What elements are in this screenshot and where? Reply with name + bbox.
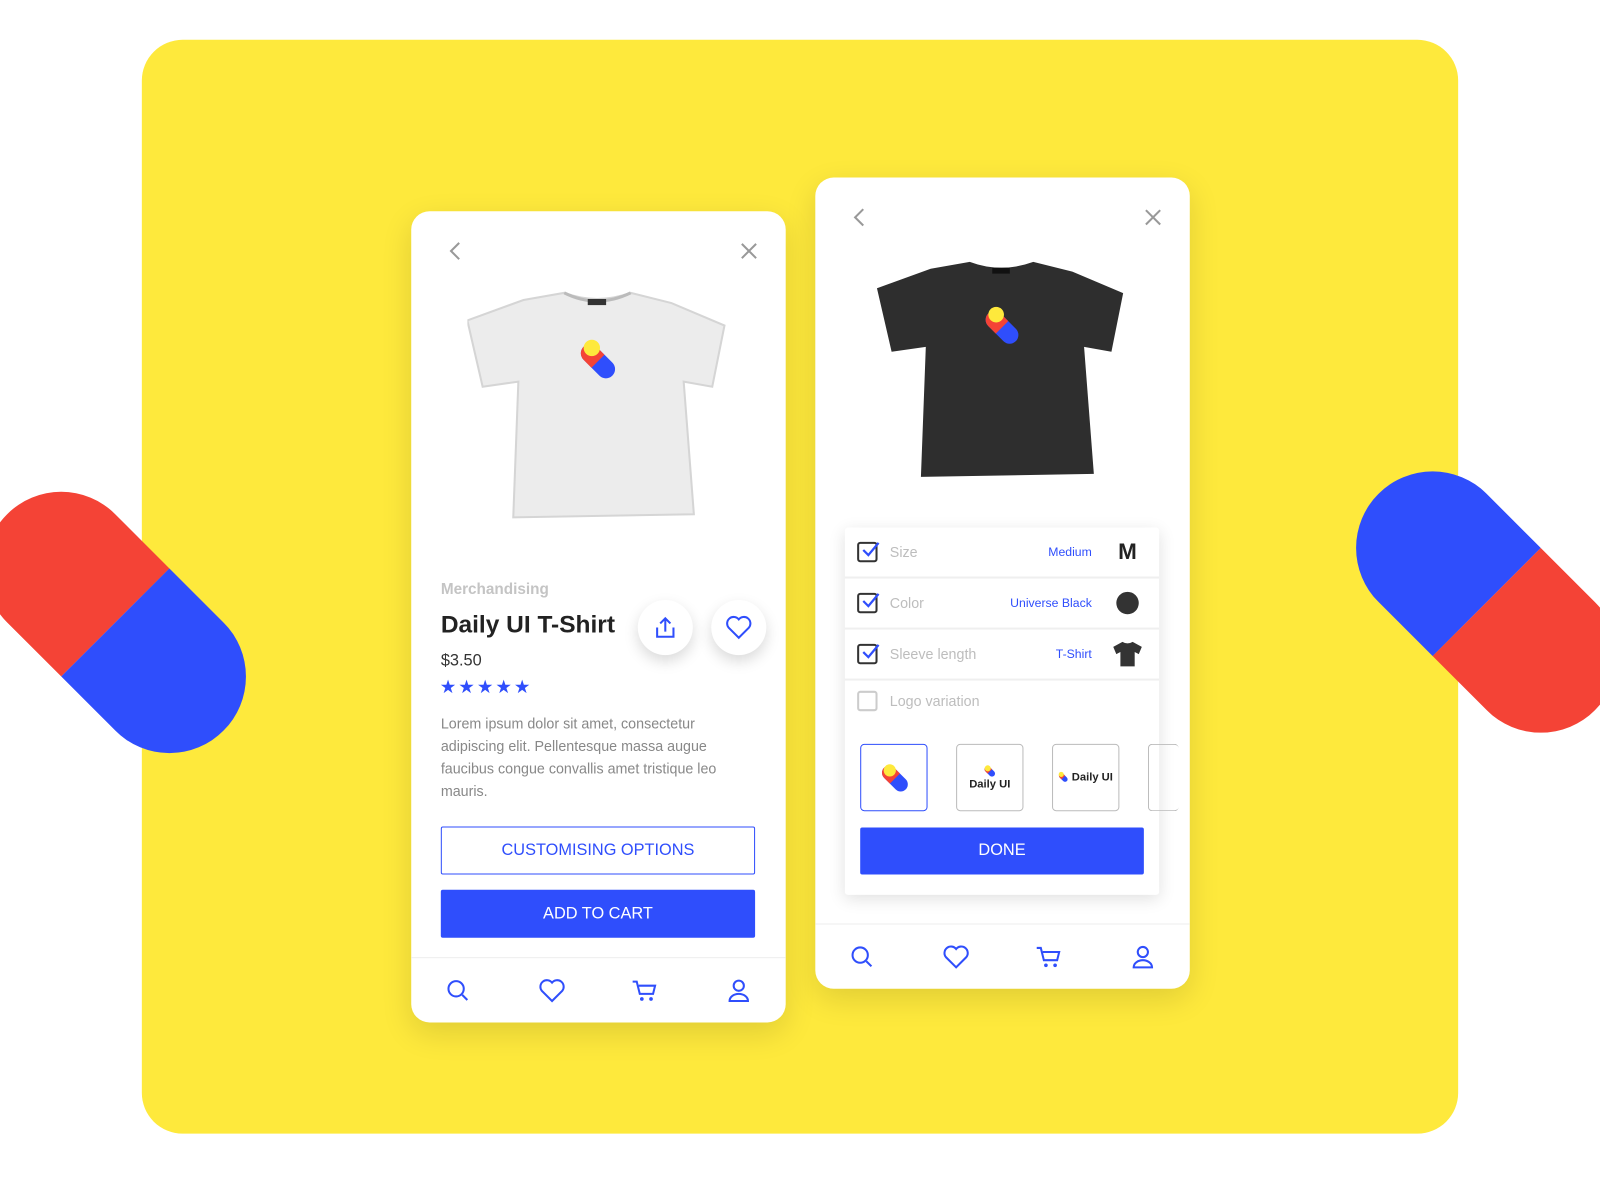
heart-icon [539, 978, 565, 1002]
option-row-sleeve-length[interactable]: Sleeve length T-Shirt [844, 630, 1160, 681]
logo-tile-stacked[interactable]: Daily UI [956, 743, 1024, 812]
option-label: Sleeve length [889, 645, 977, 663]
checkmark-icon [862, 593, 880, 608]
product-title: Daily UI T-Shirt [440, 611, 615, 639]
option-value[interactable]: T-Shirt [1056, 647, 1092, 661]
checkmark-icon [862, 644, 880, 659]
close-icon[interactable] [1144, 208, 1162, 226]
option-value[interactable]: Medium [1048, 545, 1092, 559]
star-rating: ★★★★★ [440, 677, 533, 698]
option-checkbox[interactable] [857, 592, 880, 614]
tab-heart[interactable] [935, 944, 976, 969]
option-checkbox[interactable] [857, 541, 880, 563]
star-icon: ★ [439, 676, 459, 697]
star-icon: ★ [458, 676, 477, 697]
tshirt-icon [1113, 641, 1142, 667]
brand-logo-icon [881, 764, 908, 792]
option-row-size[interactable]: Size Medium M [844, 528, 1160, 579]
close-icon[interactable] [740, 242, 758, 260]
heart-icon [943, 945, 969, 969]
search-icon [851, 945, 873, 967]
option-label: Size [889, 543, 918, 561]
logo-variation-label: Logo variation [889, 692, 980, 710]
option-checkbox[interactable] [857, 643, 880, 665]
tab-user[interactable] [718, 978, 759, 1002]
option-label: Color [889, 594, 924, 612]
product-description: Lorem ipsum dolor sit amet, consectetur … [440, 715, 717, 799]
tab-user[interactable] [1123, 944, 1164, 968]
share-icon [656, 616, 675, 638]
tab-search[interactable] [842, 944, 883, 968]
option-value[interactable]: Universe Black [1010, 596, 1092, 610]
search-icon [447, 979, 468, 1001]
back-icon[interactable] [448, 240, 464, 262]
product-price: $3.50 [440, 652, 482, 670]
tab-cart[interactable] [625, 978, 666, 1002]
logo-tile-icon[interactable] [860, 743, 928, 812]
logo-tile-inline[interactable]: Daily UI [1052, 743, 1120, 812]
cart-icon [1037, 946, 1061, 967]
logo-tile-label: Daily UI [969, 778, 1011, 791]
customise-panel: Size Medium M Color Universe Black Sleeve len… [844, 527, 1179, 895]
cart-icon [633, 980, 657, 1001]
star-icon: ★ [476, 676, 496, 697]
logo-variation-checkbox[interactable] [857, 690, 878, 712]
color-swatch-icon [1116, 591, 1139, 615]
option-row-color[interactable]: Color Universe Black [844, 579, 1160, 630]
back-icon[interactable] [852, 206, 868, 228]
user-icon [728, 979, 750, 1002]
tab-search[interactable] [438, 978, 479, 1002]
star-icon: ★ [495, 676, 514, 697]
logo-variation-row[interactable]: Logo variation [845, 690, 980, 712]
tab-heart[interactable] [531, 978, 572, 1002]
user-icon [1132, 945, 1154, 968]
logo-tile-label: Daily UI [1071, 771, 1113, 784]
favorite-button[interactable] [711, 599, 767, 656]
heart-icon [726, 615, 752, 640]
bottom-tab-bar [411, 957, 786, 1022]
product-category: Merchandising [440, 580, 549, 598]
white-tshirt-image [467, 291, 726, 519]
yellow-backdrop [141, 39, 1459, 1134]
black-tshirt-image [876, 261, 1124, 477]
add-to-cart-button[interactable]: ADD TO CART [440, 889, 756, 938]
logo-tile-partial[interactable] [1147, 743, 1179, 812]
bottom-tab-bar [815, 923, 1190, 988]
done-button[interactable]: DONE [860, 827, 1144, 875]
checkmark-icon [862, 542, 880, 557]
share-button[interactable] [637, 599, 693, 656]
customise-card: Size Medium M Color Universe Black Sleeve len… [815, 177, 1190, 989]
size-m-icon: M [1118, 538, 1137, 565]
tab-cart[interactable] [1029, 944, 1070, 968]
customising-options-button[interactable]: CUSTOMISING OPTIONS [440, 826, 756, 875]
star-icon: ★ [513, 676, 533, 697]
product-card: Merchandising Daily UI T-Shirt $3.50 ★★★… [411, 211, 786, 1023]
